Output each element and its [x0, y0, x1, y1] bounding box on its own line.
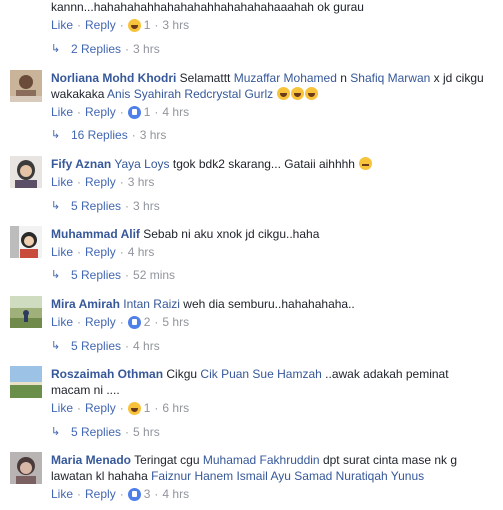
like-icon	[127, 315, 141, 329]
replies-link[interactable]: ↳ 2 Replies · 3 hrs	[51, 42, 160, 56]
avatar[interactable]	[10, 226, 42, 258]
comment-author[interactable]: Maria Menado	[51, 453, 131, 467]
replies-link[interactable]: ↳ 5 Replies · 52 mins	[51, 268, 175, 282]
timestamp[interactable]: 3 hrs	[162, 18, 189, 32]
like-icon	[127, 487, 141, 501]
reply-arrow-icon: ↳	[51, 269, 61, 281]
tagged-user[interactable]: Yaya Loys	[114, 157, 169, 171]
avatar[interactable]	[10, 70, 42, 102]
avatar[interactable]	[10, 296, 42, 328]
replies-link[interactable]: ↳ 5 Replies · 4 hrs	[51, 339, 160, 353]
tagged-user[interactable]: Muhamad Fakhruddin	[203, 453, 320, 467]
like-button[interactable]: Like	[51, 487, 73, 501]
reply-button[interactable]: Reply	[85, 401, 116, 415]
reply-button[interactable]: Reply	[85, 315, 116, 329]
timestamp[interactable]: 4 hrs	[162, 105, 189, 119]
haha-icon	[127, 18, 141, 32]
avatar[interactable]	[10, 156, 42, 188]
reply-button[interactable]: Reply	[85, 105, 116, 119]
comment-body: Mira Amirah Intan Raizi weh dia semburu.…	[51, 297, 355, 311]
tagged-user[interactable]: Faiznur Hanem Ismail	[151, 469, 268, 483]
comment-author[interactable]: Roszaimah Othman	[51, 367, 163, 381]
like-button[interactable]: Like	[51, 175, 73, 189]
comment-actions: Like · Reply · 1 · 3 hrs	[51, 18, 190, 32]
comment-actions: Like · Reply · 1 · 6 hrs	[51, 401, 190, 415]
comment-body: Maria Menado Teringat cgu Muhamad Fakhru…	[51, 453, 458, 483]
tagged-user[interactable]: Anis Syahirah Redcrystal Gurlz	[107, 87, 273, 101]
reaction-count[interactable]: 1	[127, 18, 150, 32]
reply-button[interactable]: Reply	[85, 18, 116, 32]
avatar[interactable]	[10, 452, 42, 484]
reply-arrow-icon: ↳	[51, 426, 61, 438]
comment-actions: Like · Reply · 4 hrs	[51, 245, 155, 259]
comment-author[interactable]: Muhammad Alif	[51, 227, 140, 241]
tagged-user[interactable]: Cik Puan Sue Hamzah	[200, 367, 321, 381]
tagged-user[interactable]: Shafiq Marwan	[350, 71, 430, 85]
comment-body: Muhammad Alif Sebab ni aku xnok jd cikgu…	[51, 227, 320, 241]
reply-button[interactable]: Reply	[85, 487, 116, 501]
reply-arrow-icon: ↳	[51, 200, 61, 212]
replies-link[interactable]: ↳ 5 Replies · 5 hrs	[51, 425, 160, 439]
laughing-emoji-icon	[277, 87, 291, 100]
tagged-user[interactable]: Nuratiqah Yunus	[336, 469, 425, 483]
haha-icon	[127, 401, 141, 415]
timestamp[interactable]: 5 hrs	[162, 315, 189, 329]
replies-link[interactable]: ↳ 16 Replies · 3 hrs	[51, 128, 166, 142]
like-button[interactable]: Like	[51, 18, 73, 32]
smirk-emoji-icon	[359, 157, 373, 170]
reply-arrow-icon: ↳	[51, 340, 61, 352]
comment-author[interactable]: Norliana Mohd Khodri	[51, 71, 176, 85]
comment-text: kannn...hahahahahhahahahahhahahahahaaaha…	[51, 0, 364, 14]
like-button[interactable]: Like	[51, 401, 73, 415]
timestamp[interactable]: 3 hrs	[128, 175, 155, 189]
timestamp[interactable]: 4 hrs	[128, 245, 155, 259]
comment-body: Roszaimah Othman Cikgu Cik Puan Sue Hamz…	[51, 367, 449, 397]
tagged-user[interactable]: Ayu Samad	[270, 469, 332, 483]
reply-button[interactable]: Reply	[85, 245, 116, 259]
comment-body: Norliana Mohd Khodri Selamattt Muzaffar …	[51, 71, 484, 101]
like-button[interactable]: Like	[51, 315, 73, 329]
like-button[interactable]: Like	[51, 105, 73, 119]
avatar[interactable]	[10, 366, 42, 398]
reply-button[interactable]: Reply	[85, 175, 116, 189]
tagged-user[interactable]: Muzaffar Mohamed	[234, 71, 337, 85]
comment-body: Fify Aznan Yaya Loys tgok bdk2 skarang..…	[51, 156, 491, 172]
like-icon	[127, 105, 141, 119]
reaction-count[interactable]: 2	[127, 315, 150, 329]
reply-arrow-icon: ↳	[51, 43, 61, 55]
timestamp[interactable]: 6 hrs	[162, 401, 189, 415]
reply-arrow-icon: ↳	[51, 129, 61, 141]
comment-actions: Like · Reply · 3 · 4 hrs	[51, 487, 190, 501]
reaction-count[interactable]: 3	[127, 487, 150, 501]
timestamp[interactable]: 4 hrs	[162, 487, 189, 501]
comment-actions: Like · Reply · 1 · 4 hrs	[51, 105, 190, 119]
comment-author[interactable]: Mira Amirah	[51, 297, 120, 311]
comment-author[interactable]: Fify Aznan	[51, 157, 111, 171]
comment-actions: Like · Reply · 3 hrs	[51, 175, 155, 189]
reaction-count[interactable]: 1	[127, 401, 150, 415]
laughing-emoji-icon	[291, 87, 305, 100]
reaction-count[interactable]: 1	[127, 105, 150, 119]
comment-actions: Like · Reply · 2 · 5 hrs	[51, 315, 190, 329]
like-button[interactable]: Like	[51, 245, 73, 259]
laughing-emoji-icon	[305, 87, 319, 100]
replies-link[interactable]: ↳ 5 Replies · 3 hrs	[51, 199, 160, 213]
tagged-user[interactable]: Intan Raizi	[123, 297, 180, 311]
